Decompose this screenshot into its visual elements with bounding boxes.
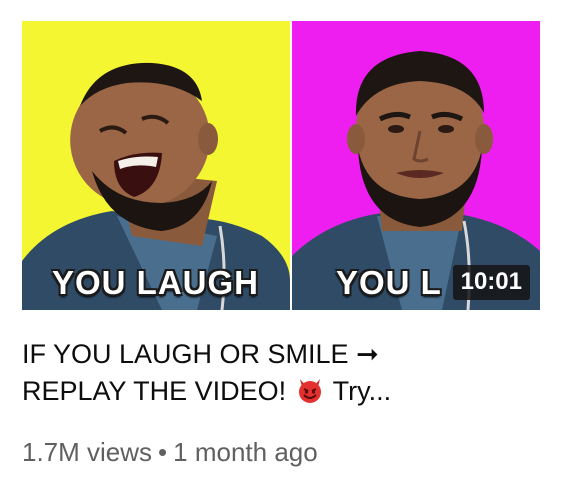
video-title-ellipsis: Try... <box>332 376 392 406</box>
video-metadata: 1.7M views • 1 month ago <box>22 437 318 468</box>
video-title-line2: REPLAY THE VIDEO! <box>22 376 287 406</box>
video-title-line1: IF YOU LAUGH OR SMILE ➞ <box>22 339 379 369</box>
thumbnail-caption-right: YOU L <box>336 264 442 301</box>
duration-badge: 10:01 <box>452 265 530 300</box>
view-count: 1.7M views <box>22 437 153 467</box>
smiling-devil-icon <box>296 376 324 404</box>
thumbnail-left-panel: YOU LAUGH <box>22 21 290 310</box>
video-card[interactable]: YOU LAUGH YOU L 10:01 IF YOU LAUGH OR SM… <box>0 0 562 500</box>
video-thumbnail[interactable]: YOU LAUGH YOU L 10:01 <box>22 21 540 310</box>
meta-separator: • <box>158 437 168 467</box>
thumbnail-caption-left: YOU LAUGH <box>52 264 259 301</box>
upload-age: 1 month ago <box>173 437 318 467</box>
video-title[interactable]: IF YOU LAUGH OR SMILE ➞ REPLAY THE VIDEO… <box>22 336 542 410</box>
